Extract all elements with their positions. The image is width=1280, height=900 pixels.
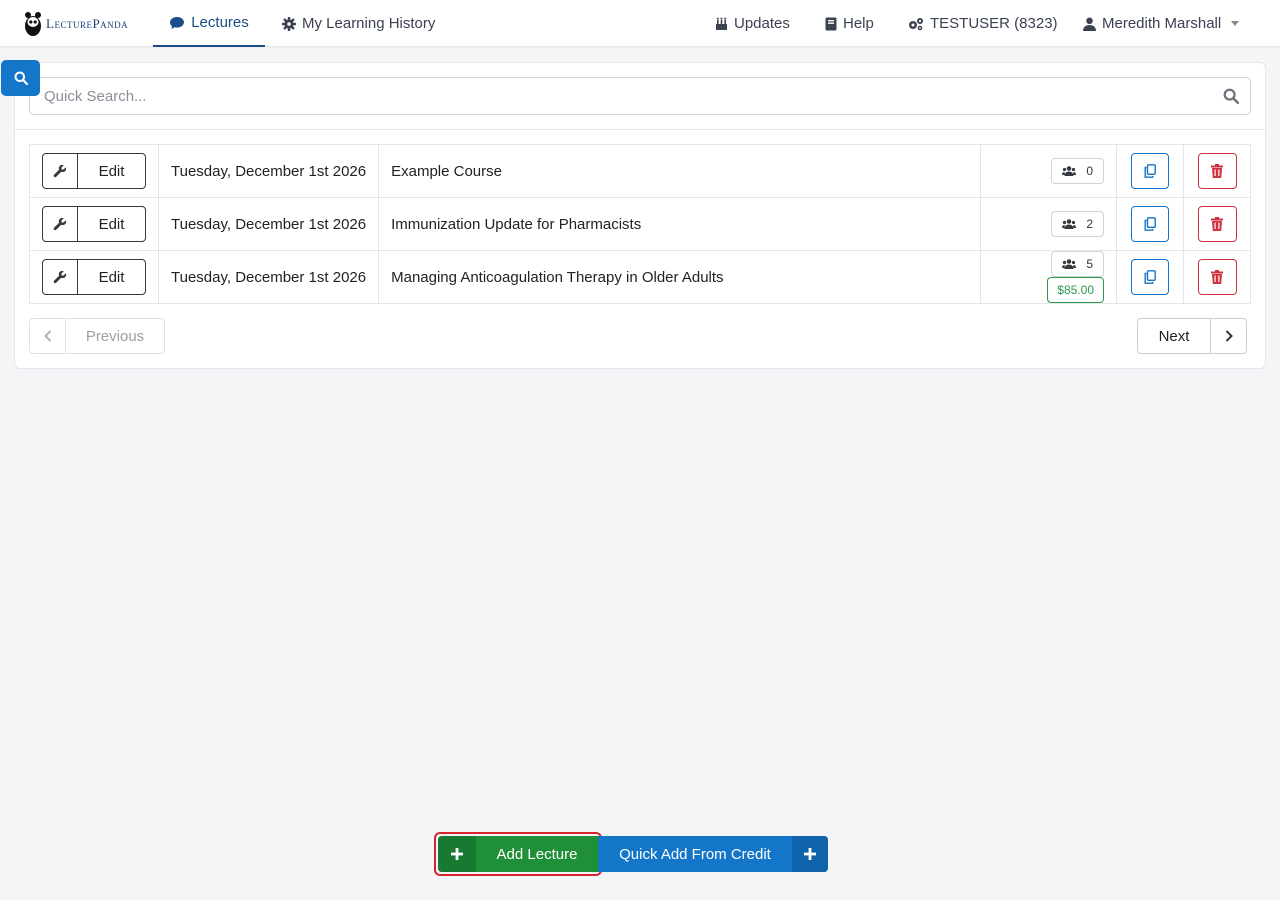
lecture-title: Example Course (378, 144, 981, 198)
edit-button-label: Edit (98, 215, 125, 233)
attendee-count: 0 (1086, 164, 1093, 178)
attendee-count-badge[interactable]: 5 (1051, 251, 1104, 277)
nav-lectures-label: Lectures (191, 14, 249, 31)
attendee-count-badge[interactable]: 2 (1051, 211, 1104, 237)
wrench-icon (43, 154, 78, 188)
copy-button[interactable] (1131, 259, 1169, 295)
chevron-left-icon (30, 319, 66, 353)
top-navbar: LecturePanda Lectures My Learning Histor… (0, 0, 1280, 47)
chevron-down-icon (1231, 21, 1240, 26)
nav-updates[interactable]: Updates (715, 0, 790, 47)
nav-account-label: TESTUSER (8323) (930, 15, 1058, 32)
nav-account[interactable]: TESTUSER (8323) (907, 0, 1058, 47)
user-icon (1083, 17, 1096, 31)
table-row: Edit Tuesday, December 1st 2026 Managing… (29, 250, 1251, 304)
chevron-right-icon (1210, 319, 1246, 353)
search-toggle-button[interactable] (1, 60, 40, 96)
wrench-icon (43, 260, 78, 294)
nav-learning-history[interactable]: My Learning History (282, 0, 435, 47)
search-row (15, 63, 1265, 130)
add-lecture-label: Add Lecture (496, 845, 578, 863)
attendee-count-badge[interactable]: 0 (1051, 158, 1104, 184)
trash-icon (1211, 270, 1223, 284)
edit-button-label: Edit (98, 162, 125, 180)
brand-logo[interactable]: LecturePanda (24, 10, 128, 38)
copy-icon (1144, 270, 1156, 284)
gear-icon (282, 16, 296, 31)
trash-icon (1211, 217, 1223, 231)
nav-help-label: Help (843, 15, 874, 32)
attendee-count: 5 (1086, 257, 1093, 271)
copy-icon (1144, 217, 1156, 231)
trash-icon (1211, 164, 1223, 178)
edit-button[interactable]: Edit (42, 153, 146, 189)
comment-icon (170, 16, 185, 29)
delete-button[interactable] (1197, 153, 1237, 189)
edit-button[interactable]: Edit (42, 259, 146, 295)
previous-page-label: Previous (85, 327, 145, 345)
table-row: Edit Tuesday, December 1st 2026 Immuniza… (29, 197, 1251, 251)
quick-search-input[interactable] (29, 77, 1251, 115)
table-row: Edit Tuesday, December 1st 2026 Example … (29, 144, 1251, 198)
plus-icon (438, 836, 476, 872)
nav-user-menu[interactable]: Meredith Marshall (1083, 0, 1240, 47)
panda-logo-icon (25, 12, 41, 36)
lectures-table: Edit Tuesday, December 1st 2026 Example … (29, 144, 1251, 304)
wrench-icon (43, 207, 78, 241)
delete-button[interactable] (1197, 259, 1237, 295)
nav-lectures[interactable]: Lectures (153, 0, 265, 47)
lecture-title: Managing Anticoagulation Therapy in Olde… (378, 250, 981, 304)
copy-icon (1144, 164, 1156, 178)
quick-add-label: Quick Add From Credit (619, 845, 771, 863)
search-icon (14, 71, 28, 85)
price-badge: $85.00 (1047, 277, 1104, 303)
users-icon (1062, 219, 1077, 229)
lecture-date: Tuesday, December 1st 2026 (157, 250, 380, 304)
nav-help[interactable]: Help (825, 0, 874, 47)
book-icon (825, 17, 837, 30)
nav-learning-history-label: My Learning History (302, 15, 436, 32)
next-page-label: Next (1158, 327, 1190, 345)
cogs-icon (909, 17, 923, 30)
lecture-title: Immunization Update for Pharmacists (378, 197, 981, 251)
delete-button[interactable] (1197, 206, 1237, 242)
nav-updates-label: Updates (734, 15, 790, 32)
search-icon (1223, 88, 1239, 104)
lecture-date: Tuesday, December 1st 2026 (157, 144, 380, 198)
copy-button[interactable] (1131, 206, 1169, 242)
plus-icon (792, 836, 828, 872)
attendee-count: 2 (1086, 217, 1093, 231)
edit-button-label: Edit (98, 268, 125, 286)
lecture-date: Tuesday, December 1st 2026 (157, 197, 380, 251)
users-icon (1062, 259, 1077, 269)
brand-name: LecturePanda (46, 16, 129, 31)
quick-add-from-credit-button[interactable]: Quick Add From Credit (598, 836, 828, 872)
edit-button[interactable]: Edit (42, 206, 146, 242)
next-page-button[interactable]: Next (1137, 318, 1247, 354)
previous-page-button[interactable]: Previous (29, 318, 165, 354)
add-lecture-button[interactable]: Add Lecture (438, 836, 598, 872)
updates-icon (716, 17, 727, 30)
users-icon (1062, 166, 1077, 176)
lectures-card: Edit Tuesday, December 1st 2026 Example … (14, 62, 1266, 369)
nav-user-label: Meredith Marshall (1102, 15, 1222, 32)
copy-button[interactable] (1131, 153, 1169, 189)
